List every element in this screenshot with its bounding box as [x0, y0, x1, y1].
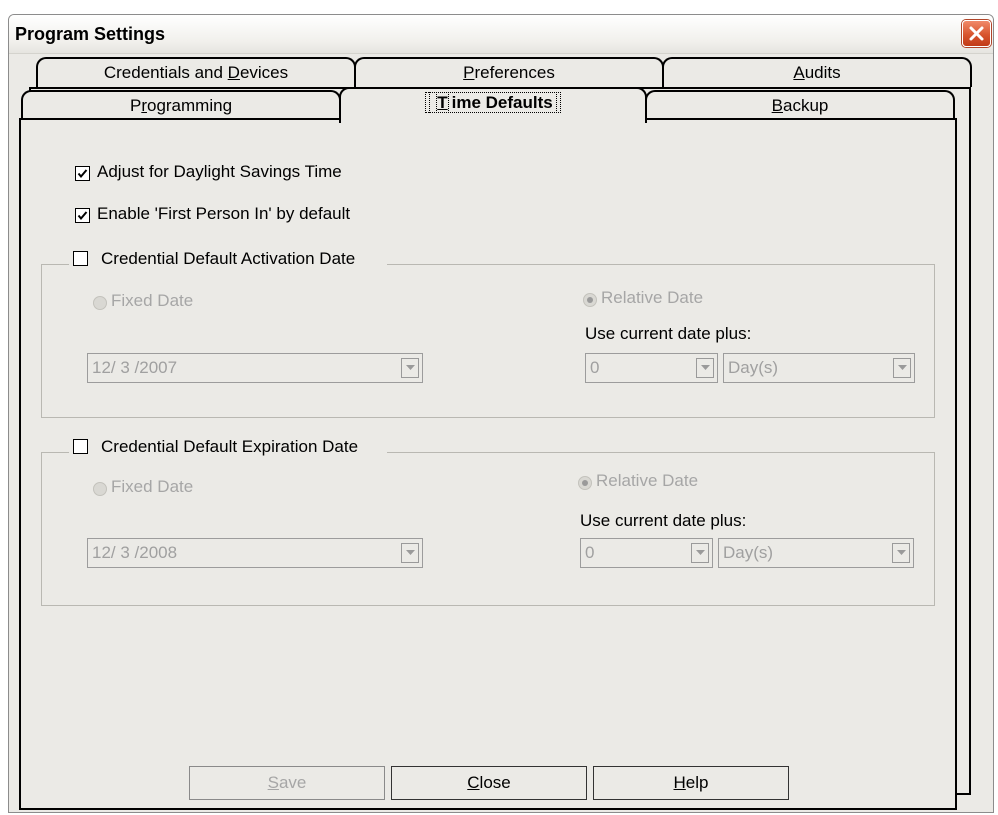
expiration-unit-select[interactable]: Day(s) [718, 538, 914, 568]
expiration-relative-date-radio[interactable] [578, 476, 592, 490]
activation-plus-label: Use current date plus: [585, 324, 752, 343]
expiration-relative-date-label: Relative Date [596, 471, 699, 490]
activation-amount-select[interactable]: 0 [585, 353, 718, 383]
expiration-date-value: 12/ 3 /2008 [92, 543, 178, 562]
daylight-savings-label: Adjust for Daylight Savings Time [97, 162, 342, 181]
time-defaults-panel: Adjust for Daylight Savings Time Enable … [19, 118, 957, 810]
activation-relative-date-label: Relative Date [601, 288, 704, 307]
chevron-down-icon[interactable] [691, 543, 709, 563]
tab-preferences[interactable]: Preferences [354, 57, 664, 87]
activation-date-value: 12/ 3 /2007 [92, 358, 178, 377]
activation-legend-label: Credential Default Activation Date [101, 249, 356, 268]
tab-time-defaults[interactable]: Time Defaults [339, 87, 647, 123]
chevron-down-icon[interactable] [401, 543, 419, 563]
expiration-fixed-date-label: Fixed Date [111, 477, 194, 496]
first-person-in-checkbox[interactable] [75, 208, 90, 223]
expiration-fixed-date-radio[interactable] [93, 482, 107, 496]
activation-legend: Credential Default Activation Date [69, 247, 387, 269]
activation-unit-value: Day(s) [728, 358, 779, 377]
expiration-date-checkbox[interactable] [73, 439, 88, 454]
activation-fixed-date-radio[interactable] [93, 296, 107, 310]
expiration-plus-label: Use current date plus: [580, 511, 747, 530]
checkmark-icon [77, 211, 88, 221]
chevron-down-icon[interactable] [893, 358, 911, 378]
expiration-date-group [41, 452, 935, 606]
close-button[interactable]: Close [391, 766, 587, 800]
activation-relative-date-radio[interactable] [583, 293, 597, 307]
expiration-amount-select[interactable]: 0 [580, 538, 713, 568]
expiration-unit-value: Day(s) [723, 543, 774, 562]
tab-backup[interactable]: Backup [645, 90, 955, 120]
program-settings-window: Program Settings Credentials and Devices… [8, 14, 994, 813]
checkmark-icon [77, 169, 88, 179]
window-title: Program Settings [15, 24, 166, 44]
tab-audits[interactable]: Audits [662, 57, 972, 87]
expiration-legend-label: Credential Default Expiration Date [101, 437, 359, 456]
activation-amount-value: 0 [590, 358, 600, 377]
save-button[interactable]: Save [189, 766, 385, 800]
expiration-amount-value: 0 [585, 543, 595, 562]
activation-date-checkbox[interactable] [73, 251, 88, 266]
activation-unit-select[interactable]: Day(s) [723, 353, 915, 383]
chevron-down-icon[interactable] [892, 543, 910, 563]
first-person-in-label: Enable 'First Person In' by default [97, 204, 351, 223]
daylight-savings-checkbox[interactable] [75, 166, 90, 181]
chevron-down-icon[interactable] [401, 358, 419, 378]
chevron-down-icon[interactable] [696, 358, 714, 378]
expiration-legend: Credential Default Expiration Date [69, 435, 387, 457]
activation-date-picker[interactable]: 12/ 3 /2007 [87, 353, 423, 383]
title-bar[interactable]: Program Settings [9, 15, 993, 54]
activation-fixed-date-label: Fixed Date [111, 291, 194, 310]
tab-programming[interactable]: Programming [21, 90, 341, 120]
tab-credentials-and-devices[interactable]: Credentials and Devices [36, 57, 356, 87]
help-button[interactable]: Help [593, 766, 789, 800]
activation-date-group [41, 264, 935, 418]
expiration-date-picker[interactable]: 12/ 3 /2008 [87, 538, 423, 568]
close-window-icon[interactable] [962, 20, 991, 47]
